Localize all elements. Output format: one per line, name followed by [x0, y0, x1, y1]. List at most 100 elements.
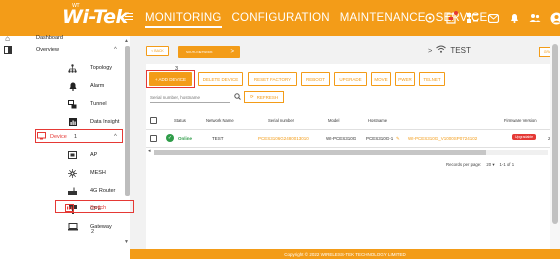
row-checkbox[interactable]: [150, 135, 157, 142]
copyright-text: Copyright © 2022 WIRELESS-TEK TECHNOLOGY…: [284, 251, 406, 257]
device-list-card: 3 + ADD DEVICE DELETE DEVICE RESET FACTO…: [146, 64, 558, 249]
hamburger-icon[interactable]: [125, 13, 133, 21]
mail-icon[interactable]: [484, 11, 502, 25]
app-root: WT Wi-Tek MONITORING CONFIGURATION MAINTE…: [0, 0, 560, 259]
upgradable-badge[interactable]: Upgradable: [512, 134, 537, 140]
search-bar: ⟳ REFRESH: [150, 90, 550, 106]
main-content: < BACK SOUTH NETWORK > > TEST GRAPH 3 + …: [140, 36, 560, 249]
monitor-icon: [37, 132, 46, 141]
sidebar-scrollbar[interactable]: [125, 46, 130, 196]
upgrade-button[interactable]: UPGRADE: [334, 72, 367, 86]
column-header[interactable]: Serial number: [268, 118, 294, 123]
sidebar-item-label: MESH: [90, 170, 106, 176]
sidebar-item-label: Alarm: [90, 83, 105, 89]
sidebar-item-4g-router[interactable]: 4G Router: [0, 183, 128, 199]
scroll-up-icon[interactable]: ▲: [124, 38, 129, 44]
scroll-down-icon[interactable]: ▼: [124, 239, 129, 245]
router-icon: [68, 187, 77, 196]
sidebar-item-overview[interactable]: Overview ^: [0, 42, 128, 58]
annotation-marker: 2: [91, 229, 95, 235]
column-header[interactable]: Network Name: [206, 118, 234, 123]
chevron-up-icon[interactable]: ^: [114, 134, 117, 140]
add-device-button[interactable]: + ADD DEVICE: [149, 72, 192, 86]
network-name-cell: TEST: [212, 136, 224, 141]
account-icon[interactable]: [547, 11, 560, 25]
serial-number-link[interactable]: PCES3106G2480013010: [258, 136, 309, 141]
sidebar-item-topology[interactable]: Topology: [0, 60, 128, 76]
refresh-button[interactable]: ⟳ REFRESH: [244, 91, 284, 103]
sidebar-item-device[interactable]: Device 1 ^: [0, 129, 128, 145]
reboot-button[interactable]: REBOOT: [301, 72, 330, 86]
network-selector[interactable]: > TEST: [428, 45, 471, 55]
menu-monitoring[interactable]: MONITORING: [145, 12, 222, 28]
sidebar-item-label: Dashboard: [36, 35, 63, 41]
column-header[interactable]: Status: [174, 118, 186, 123]
switch-icon: [65, 204, 74, 213]
annotation-marker: 1: [74, 134, 78, 140]
breadcrumb-label: SOUTH NETWORK: [186, 50, 213, 54]
delete-device-button[interactable]: DELETE DEVICE: [198, 72, 243, 86]
chevron-right-icon: >: [230, 49, 234, 55]
move-button[interactable]: MOVE: [371, 72, 391, 86]
horizontal-scrollbar[interactable]: ◂ ▸: [148, 148, 556, 155]
sidebar-item-tunnel[interactable]: Tunnel: [0, 96, 128, 112]
wifi-icon: [436, 45, 447, 55]
scroll-thumb[interactable]: [154, 150, 486, 155]
network-name: TEST: [450, 45, 471, 55]
model-cell: WI-PCES310G: [326, 136, 357, 141]
check-circle-icon: ✓: [166, 134, 174, 142]
bell-icon[interactable]: [505, 11, 523, 25]
table-row[interactable]: ✓ Online TEST PCES3106G2480013010 WI-PCE…: [146, 130, 558, 148]
edit-icon[interactable]: ✎: [396, 136, 400, 142]
menu-configuration[interactable]: CONFIGURATION: [232, 12, 330, 28]
ap-icon: [68, 151, 77, 160]
scroll-left-icon[interactable]: ◂: [148, 148, 151, 154]
sidebar-item-switch[interactable]: Switch: [0, 200, 128, 216]
gateway-icon: [68, 223, 78, 232]
poe-button[interactable]: PWER: [395, 72, 415, 86]
pagination: Records per page: 20 ▾ 1-1 of 1: [446, 162, 514, 168]
status-text: Online: [178, 136, 193, 141]
search-icon[interactable]: [234, 93, 241, 102]
grid-icon[interactable]: [463, 11, 481, 25]
sidebar-item-data-insight[interactable]: Data Insight: [0, 114, 128, 130]
sidebar-item-label: Topology: [90, 65, 113, 71]
chevron-up-icon[interactable]: ^: [114, 47, 117, 53]
footer: Copyright © 2022 WIRELESS-TEK TECHNOLOGY…: [130, 249, 560, 259]
column-header[interactable]: Model: [328, 118, 339, 123]
bell-icon: [68, 82, 77, 91]
mesh-icon: [68, 169, 77, 178]
sidebar-item-label: AP: [90, 152, 98, 158]
column-header[interactable]: Firmware Version: [504, 118, 537, 123]
firmware-link[interactable]: WI-PCES310G_V1000SP0724102: [408, 136, 477, 141]
cloud-icon[interactable]: [421, 11, 439, 25]
select-all-checkbox[interactable]: [150, 117, 157, 124]
sidebar-item-gateway[interactable]: Gateway: [0, 219, 128, 235]
gift-icon[interactable]: [442, 11, 460, 25]
caret-down-icon: ▾: [492, 162, 495, 167]
sidebar-item-ap[interactable]: AP: [0, 147, 128, 163]
sidebar-item-label: Data Insight: [90, 119, 120, 125]
sidebar-item-label: Switch: [90, 205, 107, 211]
page-scroll-thumb[interactable]: [552, 44, 558, 224]
per-page-value: 20: [486, 162, 492, 167]
sidebar: ⌂ Dashboard Overview ^ Topology Alarm Tu…: [0, 34, 134, 249]
sidebar-item-alarm[interactable]: Alarm: [0, 78, 128, 94]
back-button[interactable]: < BACK: [146, 46, 169, 56]
search-input[interactable]: [150, 93, 230, 103]
refresh-label: REFRESH: [256, 94, 279, 100]
overview-icon: [3, 46, 12, 55]
menu-maintenance[interactable]: MAINTENANCE: [340, 12, 426, 28]
telnet-button[interactable]: TELNET: [419, 72, 445, 86]
users-icon[interactable]: [526, 11, 544, 25]
table-header: Status Network Name Serial number Model …: [146, 112, 558, 130]
sidebar-item-mesh[interactable]: MESH: [0, 165, 128, 181]
reset-factory-button[interactable]: RESET FACTORY: [248, 72, 297, 86]
column-header[interactable]: Hostname: [368, 118, 387, 123]
per-page-select[interactable]: 20 ▾: [486, 162, 494, 168]
page-range: 1-1 of 1: [499, 162, 515, 167]
page-scrollbar[interactable]: [550, 36, 560, 249]
breadcrumb[interactable]: SOUTH NETWORK >: [178, 46, 240, 58]
sidebar-item-label: 4G Router: [90, 188, 116, 194]
records-per-page-label: Records per page:: [446, 162, 482, 167]
